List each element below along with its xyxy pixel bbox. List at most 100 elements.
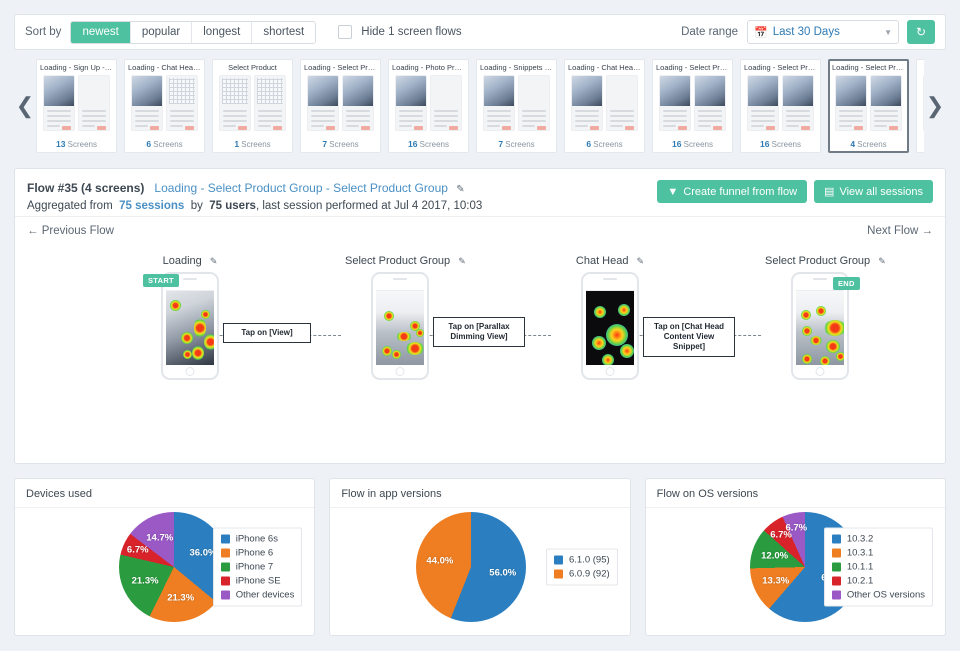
- carousel-card[interactable]: Loading - Select Prod... 16 Screens: [652, 59, 733, 153]
- legend-item[interactable]: iPhone 6s: [220, 534, 295, 545]
- carousel-card[interactable]: Loading - Chat Head ... 6 Screens: [124, 59, 205, 153]
- carousel-card-thumbnails: [307, 75, 374, 137]
- pie-slice-label: 56.0%: [489, 567, 517, 579]
- sort-option-shortest[interactable]: shortest: [252, 21, 316, 43]
- thumbnail-text-line: [434, 110, 458, 113]
- phone-speaker: [183, 278, 197, 280]
- flow-step-1-title: Loading ✎: [135, 255, 245, 267]
- thumbnail-text-line: [575, 125, 588, 128]
- thumbnail-text-line: [47, 120, 71, 123]
- thumbnail-text-line: [170, 110, 194, 113]
- thumbnail-text-line: [135, 115, 159, 118]
- legend-item[interactable]: 10.3.1: [831, 548, 925, 559]
- flow-step-3-name: Chat Head: [575, 255, 629, 267]
- hide-flows-label: Hide 1 screen flows: [361, 26, 462, 38]
- hide-flows-checkbox[interactable]: [338, 25, 353, 39]
- legend-color-swatch: [553, 569, 563, 579]
- screen-status-bar: [586, 284, 634, 291]
- thumbnail-text-line: [698, 115, 722, 118]
- thumbnail-text-line: [786, 110, 810, 113]
- flow-step-1-phone[interactable]: [161, 272, 219, 380]
- flow-step-4-pencil-icon[interactable]: ✎: [878, 256, 886, 266]
- legend-item[interactable]: 6.0.9 (92): [553, 569, 610, 580]
- carousel-card[interactable]: Loading - Select22 Screens: [916, 59, 924, 153]
- legend-item[interactable]: iPhone 7: [220, 562, 295, 573]
- thumbnail-photo: [660, 76, 690, 107]
- carousel-card-thumbnails: [483, 75, 550, 137]
- thumbnail-photo: [132, 76, 162, 107]
- sort-option-newest[interactable]: newest: [71, 21, 131, 43]
- flow-title-prefix: Flow #35 (4 screens): [27, 181, 145, 195]
- legend-item[interactable]: Other devices: [220, 590, 294, 601]
- thumbnail-photo: [343, 76, 373, 107]
- carousel-card-thumbnails: [219, 75, 286, 137]
- create-funnel-button[interactable]: ▼ Create funnel from flow: [657, 180, 808, 203]
- carousel-card[interactable]: Loading - Photo Previ... 16 Screens: [388, 59, 469, 153]
- legend-item[interactable]: 10.3.2: [831, 534, 925, 545]
- thumbnail-photo: [484, 76, 514, 107]
- flow-step-2-pencil-icon[interactable]: ✎: [458, 256, 466, 266]
- legend-item[interactable]: iPhone 6: [220, 548, 295, 559]
- sort-option-longest[interactable]: longest: [192, 21, 253, 43]
- carousel-card[interactable]: Loading - Sign Up - S... 13 Screens: [36, 59, 117, 153]
- carousel-card-title: Loading - Chat Head ...: [568, 64, 641, 72]
- heat-spot: [801, 310, 811, 320]
- carousel-card[interactable]: Loading - Chat Head ... 6 Screens: [564, 59, 645, 153]
- legend-color-swatch: [831, 548, 841, 558]
- legend-item[interactable]: Other OS versions: [831, 590, 925, 601]
- carousel-card-count-value: 1: [234, 139, 240, 149]
- legend-item[interactable]: 10.1.1: [831, 562, 925, 573]
- flow-step-3-pencil-icon[interactable]: ✎: [637, 256, 645, 266]
- carousel-card[interactable]: Loading - Select Prod... 7 Screens: [300, 59, 381, 153]
- flow-title-pencil-icon[interactable]: ✎: [456, 184, 464, 195]
- date-range-select[interactable]: 📅 Last 30 Days ▼: [747, 20, 899, 44]
- view-all-sessions-button[interactable]: ▤ View all sessions: [814, 180, 933, 203]
- carousel-next-icon[interactable]: ❯: [924, 95, 946, 117]
- legend-item[interactable]: iPhone SE: [220, 576, 295, 587]
- pie-slice-label: 6.7%: [126, 544, 149, 556]
- refresh-button[interactable]: ↻: [907, 20, 935, 44]
- thumbnail-text-line: [346, 120, 370, 123]
- transition-label-1: Tap on [View]: [223, 323, 311, 343]
- flow-step-3-phone[interactable]: [581, 272, 639, 380]
- thumbnail-text-line: [698, 120, 722, 123]
- previous-flow-link[interactable]: ← Previous Flow: [27, 225, 114, 237]
- legend-item[interactable]: 10.2.1: [831, 576, 925, 587]
- screen-thumbnail: [694, 75, 726, 132]
- flow-step-1-pencil-icon[interactable]: ✎: [210, 256, 218, 266]
- screen-thumbnail: [518, 75, 550, 132]
- pie-slice-label: 13.3%: [762, 575, 790, 587]
- sort-segmented-control[interactable]: newest popular longest shortest: [70, 20, 317, 44]
- carousel-card-screen-count: 1 Screens: [234, 139, 271, 149]
- flow-summary-sessions-link[interactable]: 75 sessions: [119, 200, 184, 212]
- screen-thumbnail: [571, 75, 603, 132]
- carousel-card[interactable]: Loading - Select Prod... 16 Screens: [740, 59, 821, 153]
- chart-title: Flow on OS versions: [645, 479, 945, 508]
- thumbnail-text-line: [258, 110, 282, 113]
- thumbnail-photo: [695, 76, 725, 107]
- sort-option-popular[interactable]: popular: [130, 21, 193, 43]
- carousel-card[interactable]: Loading - Snippets - ... 7 Screens: [476, 59, 557, 153]
- thumbnail-text-line: [223, 115, 247, 118]
- carousel-card[interactable]: Select Product 1 Screens: [212, 59, 293, 153]
- heat-spot: [606, 324, 628, 346]
- phone-speaker: [603, 278, 617, 280]
- carousel-prev-icon[interactable]: ❮: [14, 95, 36, 117]
- flow-step-1-screen: [166, 284, 214, 365]
- calendar-icon: 📅: [754, 26, 768, 39]
- flow-title-name[interactable]: Loading - Select Product Group - Select …: [154, 181, 448, 195]
- carousel-card-count-value: 4: [850, 139, 856, 149]
- hide-one-screen-flows-toggle[interactable]: Hide 1 screen flows: [338, 25, 462, 39]
- legend-color-swatch: [220, 590, 230, 600]
- carousel-card-selected[interactable]: Loading - Select Prod... 4 Screens: [828, 59, 909, 153]
- start-badge: START: [143, 274, 179, 287]
- carousel-card-title: Loading - Sign Up - S...: [40, 64, 113, 72]
- create-funnel-label: Create funnel from flow: [683, 185, 798, 198]
- screen-thumbnail: [395, 75, 427, 132]
- flow-step-2-phone[interactable]: [371, 272, 429, 380]
- chevron-down-icon: ▼: [884, 27, 892, 37]
- next-flow-link[interactable]: Next Flow →: [867, 225, 933, 237]
- thumbnail-photo: [44, 76, 74, 107]
- legend-item[interactable]: 6.1.0 (95): [553, 555, 610, 566]
- thumbnail-text-line: [839, 110, 863, 113]
